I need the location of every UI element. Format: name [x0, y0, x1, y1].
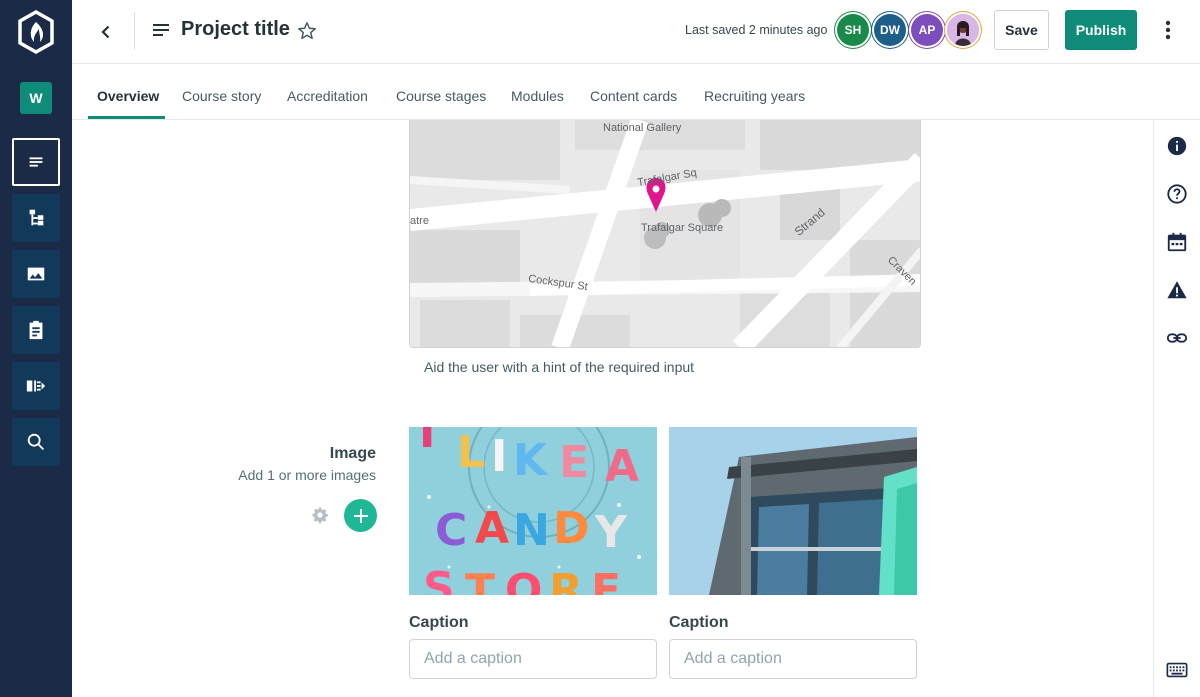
image-field-sublabel: Add 1 or more images [238, 467, 376, 483]
save-button[interactable]: Save [994, 10, 1049, 50]
rail-item-structure[interactable] [12, 194, 60, 242]
svg-text:C: C [435, 505, 467, 556]
favorite-star-button[interactable] [296, 20, 318, 42]
svg-text:O: O [505, 565, 542, 595]
map-label: Trafalgar Square [641, 222, 724, 234]
keyboard-icon [1166, 662, 1188, 678]
avatar-photo[interactable] [947, 14, 979, 46]
help-icon [1167, 184, 1187, 204]
calendar-button[interactable] [1166, 231, 1188, 253]
image-thumbnail-building[interactable] [669, 427, 917, 595]
workspace-badge[interactable]: W [20, 82, 52, 114]
active-tab-indicator [88, 116, 165, 119]
document-lines-icon [152, 21, 170, 39]
rail-item-panels[interactable] [12, 362, 60, 410]
svg-text:D: D [553, 503, 590, 554]
caption-input[interactable] [669, 639, 917, 679]
caption-label: Caption [409, 614, 469, 631]
kebab-menu-icon [1165, 20, 1171, 40]
tab-course-stages[interactable]: Course stages [396, 88, 486, 104]
svg-text:R: R [549, 565, 583, 595]
warning-icon [1167, 281, 1187, 299]
tab-course-story[interactable]: Course story [182, 88, 261, 104]
svg-text:I: I [491, 431, 507, 482]
link-button[interactable] [1166, 327, 1188, 349]
rail-item-overview[interactable] [12, 138, 60, 186]
info-button[interactable] [1166, 135, 1188, 157]
rail-item-search[interactable] [12, 418, 60, 466]
avatar[interactable]: SH [837, 14, 869, 46]
svg-text:Y: Y [594, 507, 628, 558]
section-tabs: Overview Course story Accreditation Cour… [72, 64, 1200, 120]
image-thumbnail-candy[interactable]: I L I K E A C A N D Y S T O R E [409, 427, 657, 595]
svg-text:T: T [465, 565, 495, 595]
svg-text:A: A [475, 503, 509, 554]
building-image [669, 427, 917, 595]
svg-text:E: E [591, 565, 621, 595]
hierarchy-icon [29, 209, 44, 226]
rail-item-media[interactable] [12, 250, 60, 298]
keyboard-shortcuts-button[interactable] [1166, 659, 1188, 681]
top-header: Project title Last saved 2 minutes ago S… [72, 0, 1200, 64]
app-logo-icon[interactable] [17, 9, 55, 55]
left-rail: W [0, 0, 72, 697]
clipboard-icon [29, 320, 43, 340]
star-icon [298, 22, 316, 40]
map-hint-text: Aid the user with a hint of the required… [424, 359, 695, 375]
svg-text:A: A [605, 441, 639, 492]
caption-input[interactable] [409, 639, 657, 679]
tab-overview[interactable]: Overview [97, 88, 159, 104]
svg-text:N: N [513, 505, 550, 556]
add-image-button[interactable] [344, 499, 377, 532]
image-field-label: Image [329, 445, 376, 462]
map-tiles [410, 120, 920, 347]
help-button[interactable] [1166, 183, 1188, 205]
svg-text:K: K [513, 435, 549, 486]
calendar-icon [1167, 232, 1187, 252]
page-title: Project title [181, 18, 290, 40]
rail-item-tasks[interactable] [12, 306, 60, 354]
avatar[interactable]: AP [911, 14, 943, 46]
tab-modules[interactable]: Modules [511, 88, 564, 104]
chevron-left-icon [101, 25, 110, 39]
tab-content-cards[interactable]: Content cards [590, 88, 677, 104]
link-icon [1166, 333, 1188, 343]
info-icon [1167, 136, 1187, 156]
avatar[interactable]: DW [874, 14, 906, 46]
header-divider [134, 12, 135, 50]
more-options-button[interactable] [1158, 18, 1178, 42]
last-saved-status: Last saved 2 minutes ago [685, 23, 828, 37]
map-label: atre [410, 215, 429, 227]
caption-label: Caption [669, 614, 729, 631]
image-settings-button[interactable] [311, 506, 329, 524]
candy-letters-image: I L I K E A C A N D Y S T O R E [409, 427, 657, 595]
gear-icon [312, 507, 328, 524]
warnings-button[interactable] [1166, 279, 1188, 301]
svg-text:E: E [559, 437, 589, 488]
tab-accreditation[interactable]: Accreditation [287, 88, 368, 104]
plus-icon [353, 508, 368, 523]
svg-text:I: I [419, 427, 435, 458]
map-label: National Gallery [603, 122, 682, 134]
publish-button[interactable]: Publish [1065, 10, 1137, 50]
panel-expand-icon [26, 380, 46, 392]
right-toolbar [1153, 120, 1200, 697]
back-button[interactable] [92, 18, 120, 46]
svg-text:L: L [457, 427, 485, 478]
image-icon [27, 267, 45, 281]
tab-recruiting-years[interactable]: Recruiting years [704, 88, 805, 104]
document-lines-icon [29, 157, 43, 167]
location-map[interactable]: National Gallery Trafalgar Sq Trafalgar … [409, 120, 921, 348]
search-icon [27, 433, 45, 451]
